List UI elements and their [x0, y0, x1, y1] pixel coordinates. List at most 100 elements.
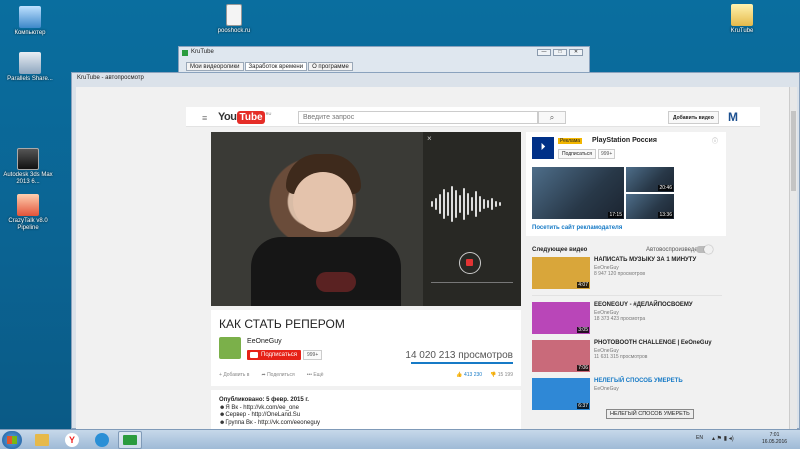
thumbs-up-icon: 👍: [456, 372, 463, 378]
folder-icon: [731, 4, 753, 26]
taskbar: Y EN ▴ ⚑ ▮ ◂) 7:01 16.05.2016: [0, 429, 800, 449]
media-taskbar-button[interactable]: [90, 431, 114, 449]
youtube-body: × КАК СТАТЬ РЕПЕРОМ EeOneGuy Подписаться…: [186, 128, 760, 430]
related-views: 18 373 423 просмотра: [594, 316, 646, 322]
description-line: ☻Сервер - http://OneLand.Su: [219, 412, 301, 418]
ad-subscriber-count: 999+: [598, 149, 616, 159]
description-line: ☻Я Вк - http://vk.com/ee_one: [219, 404, 299, 411]
publish-date: Опубликовано: 5 февр. 2015 г.: [219, 397, 309, 403]
ad-thumbnail[interactable]: 17:15: [532, 167, 624, 219]
maximize-button[interactable]: □: [553, 49, 567, 56]
thumbs-down-icon: 👎: [490, 372, 497, 378]
autoview-window[interactable]: KruTube - автопросмотр ≡ You Tube RU Вве…: [71, 72, 800, 430]
tab-earn-time[interactable]: Заработок времени: [244, 62, 308, 71]
related-thumbnail[interactable]: 7:06: [532, 340, 590, 372]
progress-bar[interactable]: [431, 282, 513, 283]
krutube-app-icon: [182, 50, 188, 56]
tab-about[interactable]: О программе: [308, 62, 353, 71]
related-title[interactable]: EEONEGUY - #ДЕЛАЙПОСВОЕМУ: [594, 302, 722, 309]
video-actions: + Добавить в ➦ Поделиться ••• Ещё: [219, 372, 324, 378]
close-button[interactable]: ✕: [569, 49, 583, 56]
voice-search-overlay: ×: [423, 132, 521, 306]
brand-logo[interactable]: M: [728, 110, 738, 124]
3dsmax-icon: [17, 148, 39, 170]
scrollbar-thumb[interactable]: [791, 111, 796, 191]
desktop-icon-krutube[interactable]: KruTube: [712, 4, 772, 35]
clock[interactable]: 7:01 16.05.2016: [762, 432, 787, 446]
view-count: 14 020 213 просмотров: [405, 350, 513, 361]
krutube-taskbar-button[interactable]: [118, 431, 142, 449]
share-icon: ➦: [261, 372, 266, 378]
autoview-window-title: KruTube - автопросмотр: [77, 75, 144, 81]
add-video-button[interactable]: Добавить видео: [668, 111, 719, 124]
channel-name[interactable]: EeOneGuy: [247, 338, 282, 345]
bg-window-tabs: Мои видеоролики Заработок времени О прог…: [186, 62, 354, 71]
related-video[interactable]: 7:06 PHOTOBOOTH CHALLENGE | EeOneGuy EeO…: [532, 340, 722, 378]
clock-time: 7:01: [769, 432, 780, 438]
desktop-icon-computer[interactable]: Компьютер: [0, 6, 60, 37]
related-title[interactable]: НАПИСАТЬ МУЗЫКУ ЗА 1 МИНУТУ: [594, 257, 722, 264]
related-title[interactable]: PHOTOBOOTH CHALLENGE | EeOneGuy: [594, 340, 722, 347]
search-input[interactable]: Введите запрос: [298, 111, 538, 124]
add-to-button[interactable]: + Добавить в: [219, 372, 249, 378]
related-title[interactable]: НЕЛЕГЫЙ СПОСОБ УМЕРЕТЬ: [594, 378, 722, 385]
video-player[interactable]: ×: [211, 132, 521, 306]
related-video[interactable]: 4:07 НАПИСАТЬ МУЗЫКУ ЗА 1 МИНУТУ EeOneGu…: [532, 257, 722, 295]
related-views: 8 947 120 просмотров: [594, 271, 646, 277]
channel-avatar[interactable]: [219, 337, 241, 359]
ad-subscribe-button[interactable]: Подписаться: [558, 149, 596, 159]
html-file-icon: [226, 4, 242, 26]
share-button[interactable]: ➦ Поделиться: [261, 372, 294, 378]
start-button[interactable]: [2, 431, 22, 449]
tooltip: НЕЛЕГЫЙ СПОСОБ УМЕРЕТЬ: [606, 409, 694, 419]
tray-icons[interactable]: ▴ ⚑ ▮ ◂): [712, 435, 734, 442]
like-button[interactable]: 👍 413 230: [456, 372, 482, 378]
youtube-logo[interactable]: You Tube RU: [218, 111, 271, 124]
desktop-icon-parallels[interactable]: Parallels Share...: [0, 52, 60, 83]
search-button[interactable]: ⌕: [538, 111, 566, 124]
like-dislike: 👍 413 230 👎 15 199: [456, 372, 513, 378]
yandex-taskbar-button[interactable]: Y: [60, 431, 84, 449]
close-overlay-icon[interactable]: ×: [427, 134, 432, 143]
computer-icon: [19, 6, 41, 28]
subscriber-count: 999+: [303, 350, 323, 360]
tab-my-videos[interactable]: Мои видеоролики: [186, 62, 244, 71]
explorer-taskbar-button[interactable]: [30, 431, 54, 449]
bg-window-titlebar[interactable]: KruTube — □ ✕: [179, 47, 589, 59]
related-thumbnail[interactable]: 4:07: [532, 257, 590, 289]
desktop-icon-pooshock[interactable]: pooshock.ru: [204, 4, 264, 35]
desktop-icon-crazytalk[interactable]: CrazyTalk v8.0 Pipeline: [0, 194, 58, 232]
ad-thumbnail[interactable]: 20:46: [626, 167, 674, 192]
desktop-icon-3dsmax[interactable]: Autodesk 3ds Max 2013 6...: [0, 148, 58, 186]
related-video[interactable]: 3:05 EEONEGUY - #ДЕЛАЙПОСВОЕМУ EeOneGuy …: [532, 302, 722, 340]
scrollbar[interactable]: [789, 87, 797, 430]
search-icon: ⌕: [549, 113, 555, 122]
ad-channel-name[interactable]: PlayStation Россия: [592, 137, 657, 144]
description-line: ☻Группа Вк - http://vk.com/eeoneguy: [219, 419, 320, 426]
play-icon: [95, 433, 109, 447]
info-icon[interactable]: ⓘ: [712, 136, 718, 145]
youtube-header: ≡ You Tube RU Введите запрос ⌕ Добавить …: [186, 107, 760, 127]
video-frame: [211, 132, 423, 306]
record-button[interactable]: [459, 252, 481, 274]
plus-icon: +: [219, 372, 222, 378]
language-indicator[interactable]: EN: [696, 435, 703, 441]
crazytalk-icon: [17, 194, 39, 216]
autoplay-toggle[interactable]: [696, 245, 713, 254]
dislike-button[interactable]: 👎 15 199: [490, 372, 513, 378]
folder-icon: [35, 434, 49, 446]
video-title: КАК СТАТЬ РЕПЕРОМ: [219, 317, 345, 331]
menu-icon[interactable]: ≡: [202, 113, 207, 123]
up-next-label: Следующее видео: [532, 247, 588, 253]
advertiser-site-link[interactable]: Посетить сайт рекламодателя: [532, 225, 622, 231]
related-thumbnail[interactable]: 6:37: [532, 378, 590, 410]
minimize-button[interactable]: —: [537, 49, 551, 56]
subscribe-button[interactable]: Подписаться: [247, 350, 301, 360]
related-thumbnail[interactable]: 3:05: [532, 302, 590, 334]
more-button[interactable]: ••• Ещё: [307, 372, 324, 378]
browser-viewport: ≡ You Tube RU Введите запрос ⌕ Добавить …: [76, 87, 797, 430]
playstation-logo-icon[interactable]: ⏵: [532, 137, 554, 159]
more-icon: •••: [306, 372, 312, 378]
related-views: 11 631 315 просмотров: [594, 354, 648, 360]
ad-thumbnail[interactable]: 13:36: [626, 194, 674, 219]
